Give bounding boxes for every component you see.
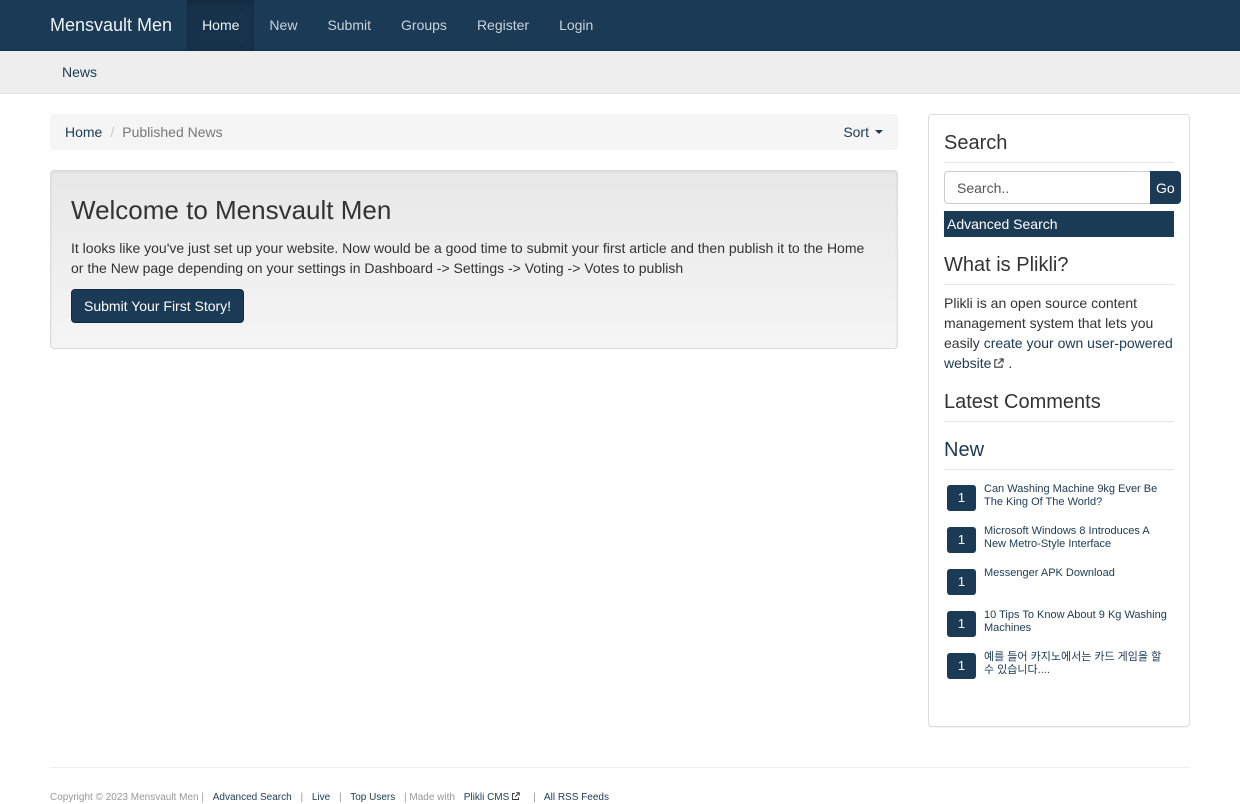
made-with-text: | Made with <box>404 792 455 803</box>
plikli-cms-label: Plikli CMS <box>463 792 510 803</box>
brand-link[interactable]: Mensvault Men <box>0 0 187 50</box>
footer-advanced-search-link[interactable]: Advanced Search <box>213 792 292 803</box>
vote-count-badge: 1 <box>947 569 976 595</box>
welcome-title: Welcome to Mensvault Men <box>71 195 392 225</box>
footer-top-users-link[interactable]: Top Users <box>350 792 395 803</box>
about-text-after: . <box>1004 355 1013 371</box>
nav-groups[interactable]: Groups <box>386 0 462 50</box>
vote-count-badge: 1 <box>947 653 976 679</box>
list-item: 1 Messenger APK Download <box>944 567 1174 595</box>
story-link[interactable]: Microsoft Windows 8 Introduces A New Met… <box>984 525 1174 551</box>
go-button[interactable]: Go <box>1150 171 1181 204</box>
list-item: 1 Microsoft Windows 8 Introduces A New M… <box>944 525 1174 553</box>
search-form: Go <box>944 171 1181 204</box>
story-link[interactable]: Messenger APK Download <box>984 567 1115 580</box>
welcome-panel: Welcome to Mensvault Men It looks like y… <box>50 170 898 349</box>
story-link[interactable]: 10 Tips To Know About 9 Kg Washing Machi… <box>984 609 1174 635</box>
nav-login[interactable]: Login <box>544 0 608 50</box>
breadcrumb-separator: / <box>110 124 115 140</box>
search-input[interactable] <box>944 171 1150 204</box>
about-heading: What is Plikli? <box>944 237 1174 285</box>
submit-first-story-button[interactable]: Submit Your First Story! <box>71 289 245 323</box>
welcome-text: It looks like you've just set up your we… <box>71 240 865 276</box>
list-item: 1 예를 들어 카지노에서는 카드 게임을 할 수 있습니다.... <box>944 651 1174 679</box>
sort-dropdown[interactable]: Sort <box>843 124 883 140</box>
breadcrumb-current: Published News <box>122 124 223 140</box>
main-column: Home / Published News Sort Welcome to Me… <box>50 114 898 349</box>
sort-label: Sort <box>843 124 869 140</box>
footer-separator: | <box>533 792 536 803</box>
nav-new[interactable]: New <box>254 0 312 50</box>
nav-submit[interactable]: Submit <box>312 0 386 50</box>
external-link-icon <box>993 354 1005 374</box>
footer: Copyright © 2023 Mensvault Men | Advance… <box>50 792 609 804</box>
latest-comments-heading: Latest Comments <box>944 374 1174 422</box>
external-link-icon <box>511 792 520 804</box>
advanced-search-link[interactable]: Advanced Search <box>944 211 1174 237</box>
nav-register[interactable]: Register <box>462 0 544 50</box>
new-stories-list: 1 Can Washing Machine 9kg Ever Be The Ki… <box>944 483 1174 679</box>
nav-home[interactable]: Home <box>187 0 255 50</box>
vote-count-badge: 1 <box>947 485 976 511</box>
caret-down-icon <box>875 130 883 134</box>
footer-separator: | <box>338 792 342 803</box>
copyright-text: Copyright © 2023 Mensvault Men | <box>50 792 204 803</box>
breadcrumb-home[interactable]: Home <box>65 124 102 140</box>
footer-rss-link[interactable]: All RSS Feeds <box>544 792 609 803</box>
vote-count-badge: 1 <box>947 611 976 637</box>
category-subnav: News <box>0 51 1240 94</box>
footer-divider <box>50 767 1190 768</box>
breadcrumb: Home / Published News Sort <box>50 114 898 150</box>
subnav-news[interactable]: News <box>0 51 97 93</box>
story-link[interactable]: 예를 들어 카지노에서는 카드 게임을 할 수 있습니다.... <box>984 651 1174 677</box>
new-heading-link[interactable]: New <box>944 422 1174 470</box>
about-text: Plikli is an open source content managem… <box>944 293 1174 374</box>
sidebar: Search Go Advanced Search What is Plikli… <box>928 114 1190 727</box>
top-navbar: Mensvault Men Home New Submit Groups Reg… <box>0 0 1240 51</box>
footer-separator: | <box>300 792 304 803</box>
vote-count-badge: 1 <box>947 527 976 553</box>
list-item: 1 10 Tips To Know About 9 Kg Washing Mac… <box>944 609 1174 637</box>
footer-live-link[interactable]: Live <box>312 792 330 803</box>
story-link[interactable]: Can Washing Machine 9kg Ever Be The King… <box>984 483 1174 509</box>
footer-plikli-cms-link[interactable]: Plikli CMS <box>464 792 521 803</box>
search-heading: Search <box>944 115 1174 163</box>
list-item: 1 Can Washing Machine 9kg Ever Be The Ki… <box>944 483 1174 511</box>
